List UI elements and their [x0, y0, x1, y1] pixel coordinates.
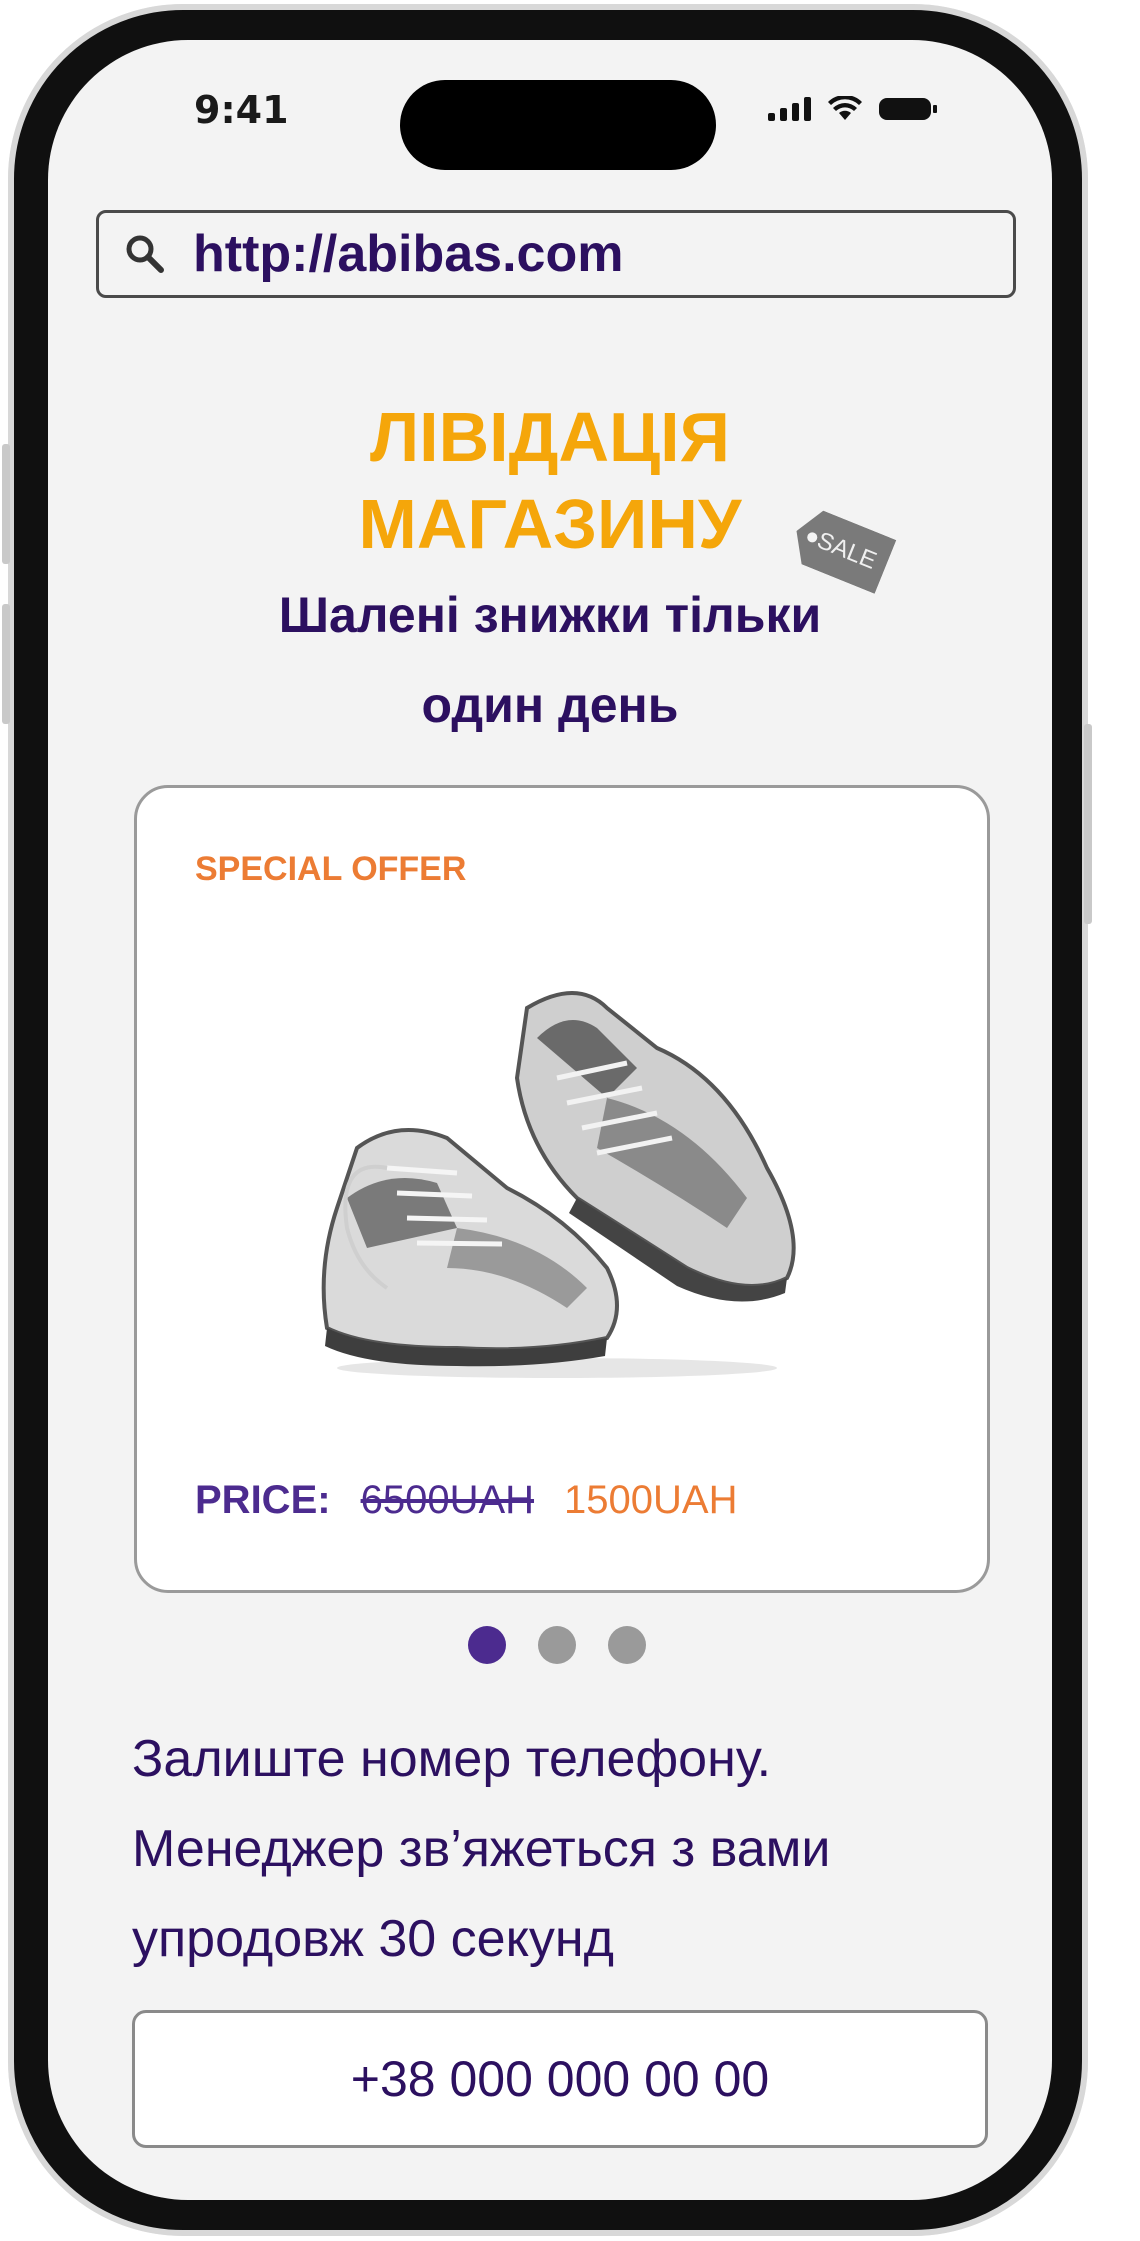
status-time: 9:41 — [194, 88, 289, 132]
status-icons — [768, 96, 937, 122]
phone-number-field[interactable]: +38 000 000 00 00 — [132, 2010, 988, 2148]
browser-url-bar[interactable]: http://abibas.com — [96, 210, 1016, 298]
subtitle-line-1: Шалені знижки тільки — [278, 587, 822, 643]
new-price: 1500UAH — [564, 1478, 738, 1522]
volume-up-button — [2, 444, 10, 564]
power-button — [1084, 724, 1092, 924]
phone-mockup: 9:41 http://abibas.com ЛІВІДАЦІЯ МАГАЗИН… — [2, 4, 1092, 2236]
price-label: PRICE: — [195, 1478, 331, 1522]
carousel-dot-3[interactable] — [608, 1626, 646, 1664]
sneakers-image — [307, 968, 807, 1388]
callback-line-1: Залиште номер телефону. — [132, 1730, 772, 1788]
cellular-signal-icon — [768, 97, 811, 121]
headline-line-1: ЛІВІДАЦІЯ — [370, 398, 730, 476]
special-offer-label: SPECIAL OFFER — [195, 850, 467, 888]
search-icon — [123, 232, 183, 276]
special-offer-card[interactable]: SPECIAL OFFER PRICE: 6500UAH 1500UAH — [134, 785, 990, 1593]
headline-line-2: МАГАЗИНУ — [358, 485, 742, 563]
volume-down-button — [2, 604, 10, 724]
old-price: 6500UAH — [360, 1478, 535, 1522]
url-text: http://abibas.com — [193, 225, 624, 283]
subtitle-line-2: один день — [421, 677, 679, 733]
phone-number-placeholder: +38 000 000 00 00 — [350, 2051, 770, 2107]
phone-screen: 9:41 http://abibas.com ЛІВІДАЦІЯ МАГАЗИН… — [48, 40, 1052, 2200]
battery-icon — [879, 98, 937, 120]
wifi-icon — [828, 96, 862, 120]
sale-tag-label: SALE — [813, 526, 881, 575]
callback-info: Залиште номер телефону. Менеджер зв’яжет… — [132, 1714, 992, 1984]
carousel-dot-2[interactable] — [538, 1626, 576, 1664]
carousel-dot-1[interactable] — [468, 1626, 506, 1664]
callback-line-3: упродовж 30 секунд — [132, 1910, 614, 1968]
carousel-dots — [468, 1626, 646, 1664]
callback-line-2: Менеджер зв’яжеться з вами — [132, 1820, 831, 1878]
price-row: PRICE: 6500UAH 1500UAH — [195, 1478, 737, 1523]
dynamic-island — [400, 80, 716, 170]
